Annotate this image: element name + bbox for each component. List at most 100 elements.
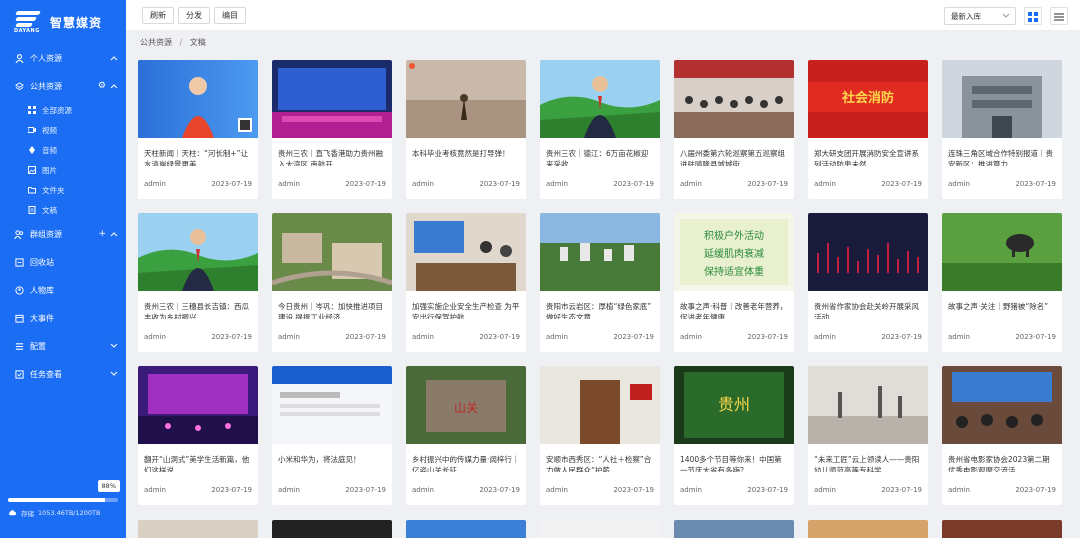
resource-card[interactable]: 贵州三农｜德江：6万亩花椒迎来采收 admin 2023-07-19 <box>540 60 660 199</box>
thumbnail-image[interactable] <box>808 366 928 444</box>
thumbnail-image[interactable] <box>942 213 1062 291</box>
card-author: admin <box>278 180 300 188</box>
card-title[interactable]: 贵州三农｜直飞香港助力贵州融入大湾区 南航开... <box>272 142 392 166</box>
card-author: admin <box>144 486 166 494</box>
breadcrumb-root[interactable]: 公共资源 <box>140 38 172 47</box>
thumbnail-image[interactable] <box>138 366 258 444</box>
storage-indicator: 88% 存储 1053.46TB/1200TB <box>0 480 126 518</box>
sidebar-subitem-audio[interactable]: 音频 <box>0 140 126 160</box>
distribute-button[interactable]: 分发 <box>178 6 210 24</box>
thumbnail-image[interactable] <box>272 366 392 444</box>
thumbnail-image[interactable] <box>540 60 660 138</box>
resource-card[interactable]: 贵州省作家协会赴关岭开展采风活动 admin 2023-07-19 <box>808 213 928 352</box>
card-title[interactable]: 贵州三农｜德江：6万亩花椒迎来采收 <box>540 142 660 166</box>
card-title[interactable]: 故事之声·关注｜野猪被“除名” <box>942 295 1062 319</box>
sidebar-item-group[interactable]: 群组资源 + <box>0 220 126 248</box>
thumbnail-image[interactable] <box>272 213 392 291</box>
thumbnail-image[interactable]: 山关 <box>406 366 526 444</box>
card-title[interactable]: 贵州三农｜三穗县长吉镇：西瓜丰收为乡村振兴... <box>138 295 258 319</box>
card-date: 2023-07-19 <box>479 180 520 188</box>
catalog-button[interactable]: 编目 <box>214 6 246 24</box>
card-title[interactable]: 翻开“山洞式”美学生活新篇，他们这样说…… <box>138 448 258 472</box>
card-title[interactable]: 天柱新闻｜天柱：“河长制+”让水清岸绿景更美 <box>138 142 258 166</box>
thumbnail-image[interactable]: 贵州 <box>674 366 794 444</box>
card-title[interactable]: 贵阳市云岩区：厚植“绿色家底” 做好生态文章 <box>540 295 660 319</box>
card-title[interactable]: “未来工匠”云上领读人——贵阳幼儿师范高等专科学... <box>808 448 928 472</box>
card-author: admin <box>546 333 568 341</box>
card-title[interactable]: 连珠三角区域合作特别报道｜贵安新区：推进算力... <box>942 142 1062 166</box>
sidebar-item-recycle[interactable]: 回收站 <box>0 248 126 276</box>
sidebar-item-config[interactable]: 配置 <box>0 332 126 360</box>
storage-bar <box>8 498 118 502</box>
card-title[interactable]: 1400多个节目等你来！中国第一节庆大省有多嗨？ <box>674 448 794 472</box>
resource-card[interactable]: 翻开“山洞式”美学生活新篇，他们这样说…… admin 2023-07-19 <box>138 366 258 505</box>
resource-card[interactable]: 贵阳市云岩区：厚植“绿色家底” 做好生态文章 admin 2023-07-19 <box>540 213 660 352</box>
add-group-button[interactable]: + <box>98 229 106 239</box>
thumbnail-image[interactable] <box>540 213 660 291</box>
thumbnail-image[interactable] <box>674 60 794 138</box>
resource-card[interactable]: 小米和华为，将法庭见！ admin 2023-07-19 <box>272 366 392 505</box>
card-title[interactable]: 贵州省作家协会赴关岭开展采风活动 <box>808 295 928 319</box>
thumbnail-image[interactable] <box>942 60 1062 138</box>
resource-card[interactable]: 安顺市西秀区：“人社＋检察”合力做人民群众”护薪... admin 2023-0… <box>540 366 660 505</box>
sidebar-subitem-image[interactable]: 图片 <box>0 160 126 180</box>
card-title[interactable]: 小米和华为，将法庭见！ <box>272 448 392 472</box>
thumbnail-image[interactable] <box>808 213 928 291</box>
card-title[interactable]: 故事之声·科普｜改善老年营养，促进老年健康 <box>674 295 794 319</box>
resource-card[interactable]: 贵州 1400多个节目等你来！中国第一节庆大省有多嗨？ admin 2023-0… <box>674 366 794 505</box>
card-title[interactable]: 八届州委第六轮巡察第五巡察组进驻晴隆县城城街... <box>674 142 794 166</box>
sort-select[interactable]: 最新入库 <box>944 7 1016 25</box>
thumbnail-image[interactable]: 积极户外活动延缓肌肉衰减保持适宜体重 <box>674 213 794 291</box>
sidebar-item-label: 个人资源 <box>30 53 62 63</box>
card-title[interactable]: 郑大研支团开展消防安全宣讲系列活动防患未然 <box>808 142 928 166</box>
thumbnail-image[interactable] <box>406 60 526 138</box>
storage-value: 1053.46TB/1200TB <box>38 509 101 517</box>
card-date: 2023-07-19 <box>479 333 520 341</box>
resource-card[interactable]: 天柱新闻｜天柱：“河长制+”让水清岸绿景更美 admin 2023-07-19 <box>138 60 258 199</box>
sidebar-item-people[interactable]: 人物库 <box>0 276 126 304</box>
resource-card[interactable]: 加强实施企业安全生产检查 为平安出行保驾护航 admin 2023-07-19 <box>406 213 526 352</box>
sidebar-subitem-video[interactable]: 视频 <box>0 120 126 140</box>
thumbnail-image[interactable] <box>942 366 1062 444</box>
card-title[interactable]: 加强实施企业安全生产检查 为平安出行保驾护航 <box>406 295 526 319</box>
card-title[interactable]: 今日贵州｜岑巩：加快推进项目建设 提振工业经济 <box>272 295 392 319</box>
resource-card[interactable]: 今日贵州｜岑巩：加快推进项目建设 提振工业经济 admin 2023-07-19 <box>272 213 392 352</box>
grid-view-button[interactable] <box>1024 7 1042 25</box>
card-title[interactable]: 乡村振兴中的传媒力量·阔梓行｜亿姿山关长征 <box>406 448 526 472</box>
sidebar-item-personal[interactable]: 个人资源 <box>0 44 126 72</box>
card-title[interactable]: 本科毕业考核竟然是打导弹！ <box>406 142 526 166</box>
resource-card[interactable]: 连珠三角区域合作特别报道｜贵安新区：推进算力... admin 2023-07-… <box>942 60 1062 199</box>
resource-card[interactable]: 积极户外活动 延缓肌肉衰减 保持适宜体重 故事之声·科普｜改善老年营养，促进老年健康… <box>674 213 794 352</box>
card-author: admin <box>814 180 836 188</box>
thumbnail-image[interactable] <box>406 213 526 291</box>
resource-card[interactable]: 八届州委第六轮巡察第五巡察组进驻晴隆县城城街... admin 2023-07-… <box>674 60 794 199</box>
thumbnail-image[interactable] <box>138 60 258 138</box>
sidebar-subitem-document[interactable]: 文稿 <box>0 200 126 220</box>
refresh-button[interactable]: 刷新 <box>142 6 174 24</box>
gear-icon[interactable]: ⚙ <box>98 81 106 91</box>
thumbnail-image[interactable] <box>138 213 258 291</box>
thumbnail-image[interactable] <box>540 366 660 444</box>
card-date: 2023-07-19 <box>211 486 252 494</box>
resource-card[interactable]: “未来工匠”云上领读人——贵阳幼儿师范高等专科学... admin 2023-0… <box>808 366 928 505</box>
sidebar-item-events[interactable]: 大事件 <box>0 304 126 332</box>
resource-card[interactable]: 本科毕业考核竟然是打导弹！ admin 2023-07-19 <box>406 60 526 199</box>
resource-card[interactable]: 贵州三农｜直飞香港助力贵州融入大湾区 南航开... admin 2023-07-… <box>272 60 392 199</box>
card-title[interactable]: 安顺市西秀区：“人社＋检察”合力做人民群众”护薪... <box>540 448 660 472</box>
resource-card[interactable]: 山关 乡村振兴中的传媒力量·阔梓行｜亿姿山关长征 admin 2023-07-1… <box>406 366 526 505</box>
sidebar-subitem-folder[interactable]: 文件夹 <box>0 180 126 200</box>
sidebar-subitem-all[interactable]: 全部资源 <box>0 100 126 120</box>
resource-card[interactable]: 贵州省电影家协会2023第二期优秀电影观摩交流活... admin 2023-0… <box>942 366 1062 505</box>
list-view-button[interactable] <box>1050 7 1068 25</box>
thumbnail-image[interactable] <box>272 60 392 138</box>
card-title[interactable]: 贵州省电影家协会2023第二期优秀电影观摩交流活... <box>942 448 1062 472</box>
storage-percent: 88% <box>97 480 120 492</box>
sidebar-item-tasks[interactable]: 任务查看 <box>0 360 126 388</box>
resource-card[interactable]: 社会消防 郑大研支团开展消防安全宣讲系列活动防患未然 admin 2023-07… <box>808 60 928 199</box>
card-date: 2023-07-19 <box>345 333 386 341</box>
thumbnail-image[interactable]: 社会消防 <box>808 60 928 138</box>
resource-card[interactable]: 故事之声·关注｜野猪被“除名” admin 2023-07-19 <box>942 213 1062 352</box>
sidebar-item-public[interactable]: 公共资源 ⚙ <box>0 72 126 100</box>
resource-card[interactable]: 贵州三农｜三穗县长吉镇：西瓜丰收为乡村振兴... admin 2023-07-1… <box>138 213 258 352</box>
brand[interactable]: DAYANG 智慧媒资 <box>0 0 126 44</box>
